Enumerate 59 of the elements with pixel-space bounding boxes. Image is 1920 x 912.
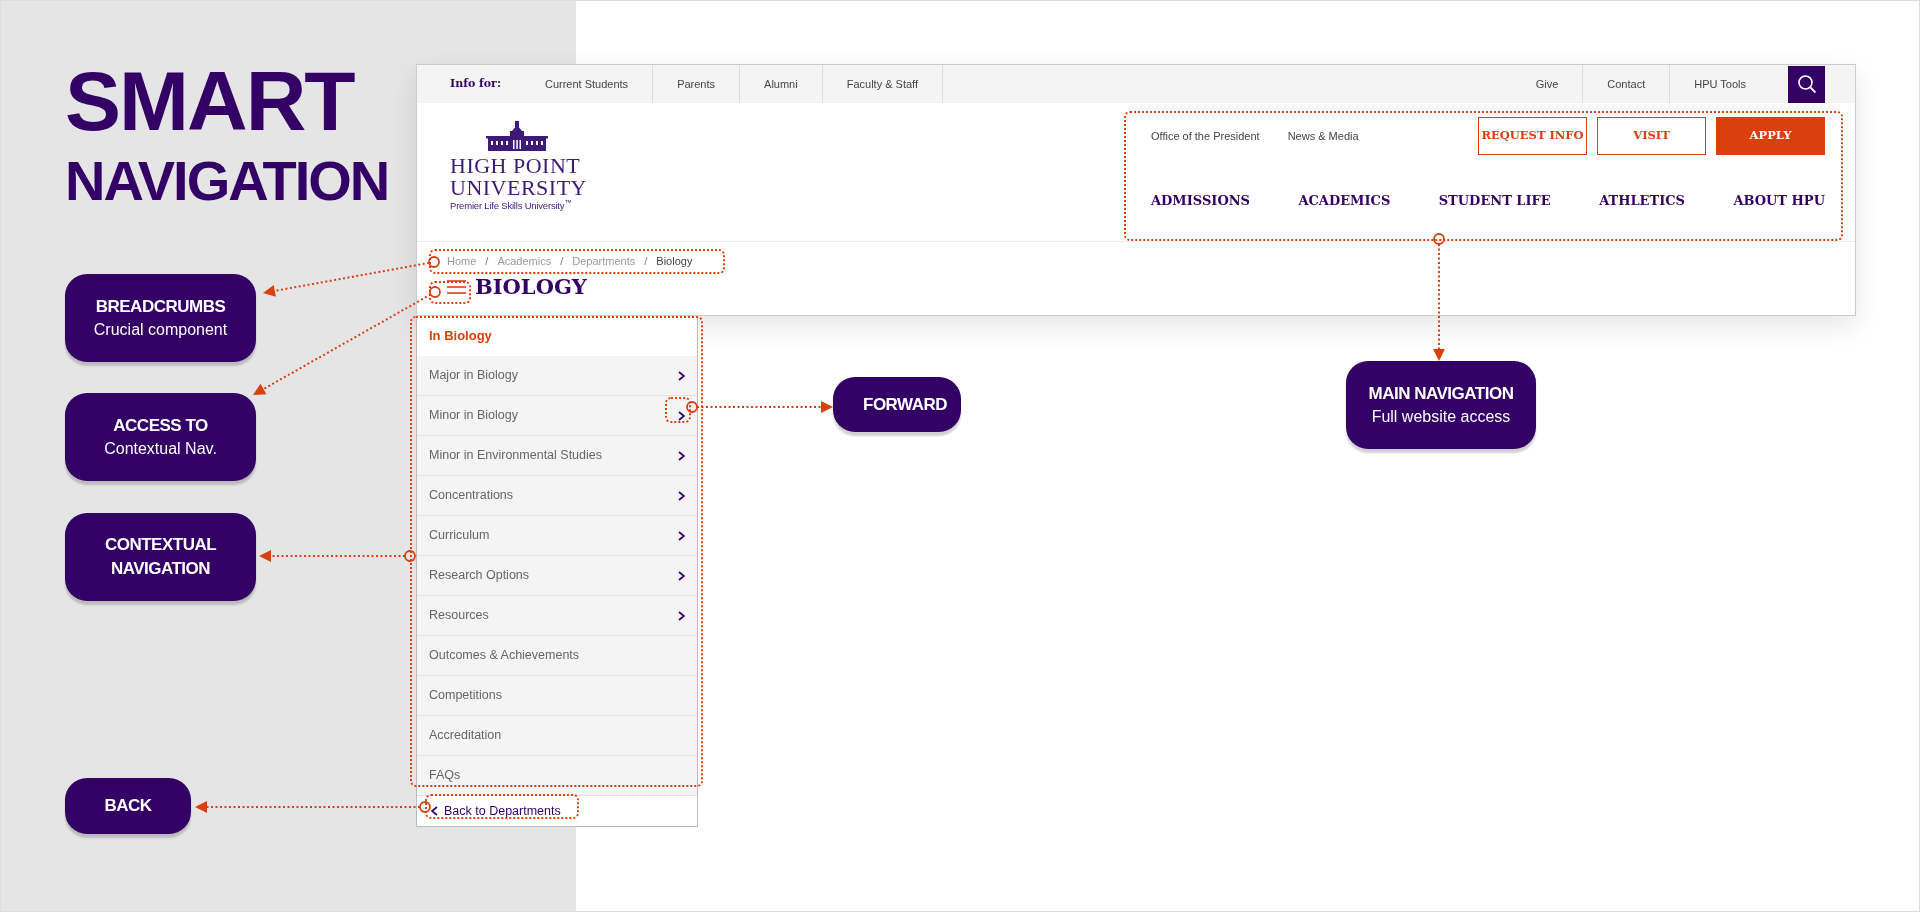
page-title: BIOLOGY <box>475 274 587 300</box>
main-nav-link[interactable]: ADMISSIONS <box>1151 191 1250 211</box>
section-menu-item[interactable]: Outcomes & Achievements <box>417 636 697 676</box>
section-menu-item[interactable]: Competitions <box>417 676 697 716</box>
section-menu-item[interactable]: FAQs <box>417 756 697 796</box>
audience-link[interactable]: Current Students <box>520 65 654 103</box>
section-menu-item[interactable]: Accreditation <box>417 716 697 756</box>
section-menu-item[interactable]: Minor in Environmental Studies <box>417 436 697 476</box>
search-icon <box>1796 74 1817 94</box>
breadcrumb-link[interactable]: Biology <box>656 252 693 270</box>
section-menu-item[interactable]: Curriculum <box>417 516 697 556</box>
building-logo-icon <box>486 121 548 151</box>
audience-link[interactable]: Alumni <box>740 65 823 103</box>
breadcrumb-separator: / <box>485 253 489 269</box>
main-nav-link[interactable]: ACADEMICS <box>1298 191 1391 211</box>
section-menu-item[interactable]: Minor in Biology <box>417 396 697 436</box>
callout-title: BREADCRUMBS <box>94 295 227 318</box>
action-button[interactable]: VISIT <box>1597 117 1706 155</box>
search-button[interactable] <box>1788 65 1825 103</box>
action-button[interactable]: APPLY <box>1716 117 1825 155</box>
audience-link[interactable]: Parents <box>653 65 741 103</box>
section-menu-item[interactable]: Research Options <box>417 556 697 596</box>
action-button[interactable]: REQUEST INFO <box>1478 117 1587 155</box>
logo-wordmark: UNIVERSITY <box>450 177 587 199</box>
secondary-link[interactable]: Office of the President <box>1151 127 1260 145</box>
main-nav-link[interactable]: ABOUT HPU <box>1733 191 1825 211</box>
breadcrumb-separator: / <box>560 253 564 269</box>
logo-wordmark: HIGH POINT <box>450 155 582 177</box>
callout-title: CONTEXTUAL NAVIGATION <box>103 534 218 580</box>
section-menu-item[interactable]: Concentrations <box>417 476 697 516</box>
breadcrumb-separator: / <box>644 253 648 269</box>
section-menu-heading: In Biology <box>428 327 493 346</box>
secondary-link[interactable]: News & Media <box>1287 127 1359 145</box>
callout-title: BACK <box>103 795 153 818</box>
utility-link[interactable]: Contact <box>1582 65 1670 103</box>
menu-button[interactable] <box>447 278 466 295</box>
slide-title: SMART <box>65 59 356 143</box>
callout-title: ACCESS TO <box>112 414 209 437</box>
back-link[interactable]: Back to Departments <box>417 796 697 826</box>
utility-link[interactable]: HPU Tools <box>1669 65 1770 103</box>
callout-subtitle: Full website access <box>1370 406 1512 427</box>
breadcrumb-link[interactable]: Departments <box>572 252 636 270</box>
highlight-frame <box>429 281 471 304</box>
callout-title: FORWARD <box>862 393 948 416</box>
callout-title: MAIN NAVIGATION <box>1367 382 1515 405</box>
logo-tagline: Premier Life Skills University$^{™}$ <box>450 199 573 213</box>
main-nav-link[interactable]: ATHLETICS <box>1599 191 1685 211</box>
section-menu-item[interactable]: Major in Biology <box>417 356 697 396</box>
breadcrumb-link[interactable]: Home <box>447 252 477 270</box>
utility-link[interactable]: Give <box>1511 65 1583 103</box>
section-menu-item[interactable]: Resources <box>417 596 697 636</box>
chevron-left-icon <box>431 806 438 816</box>
callout-subtitle: Contextual Nav. <box>103 438 218 459</box>
breadcrumb-link[interactable]: Academics <box>497 252 552 270</box>
audience-link[interactable]: Faculty & Staff <box>822 65 943 103</box>
callout-subtitle: Crucial component <box>92 319 229 340</box>
info-for-label: Info for: <box>449 75 502 92</box>
slide-subtitle: NAVIGATION <box>65 148 390 214</box>
main-nav-link[interactable]: STUDENT LIFE <box>1438 191 1551 211</box>
